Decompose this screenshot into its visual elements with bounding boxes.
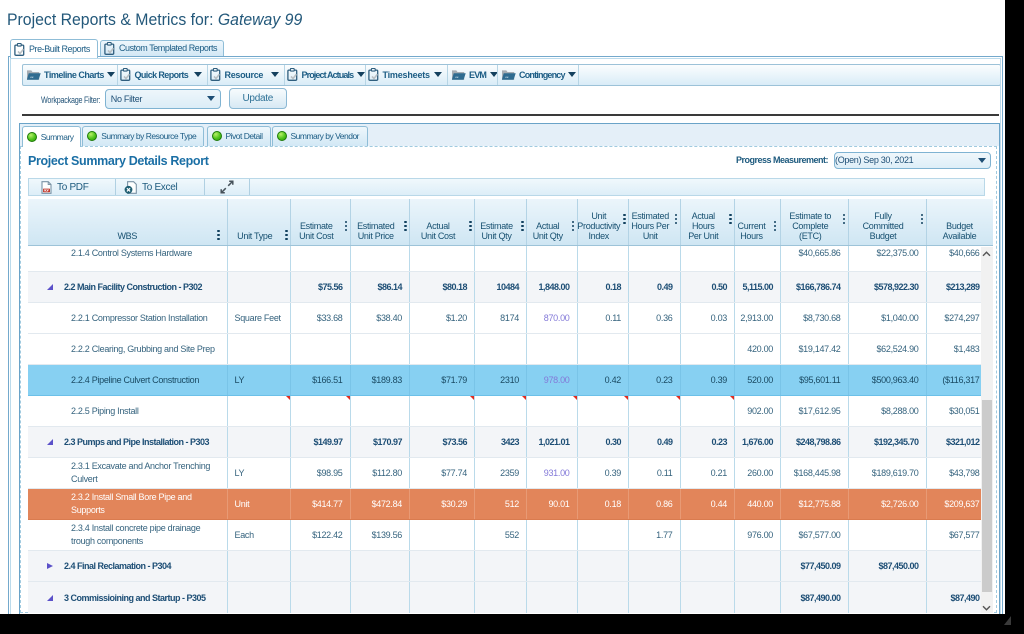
svg-text:PDF: PDF [44, 188, 50, 192]
